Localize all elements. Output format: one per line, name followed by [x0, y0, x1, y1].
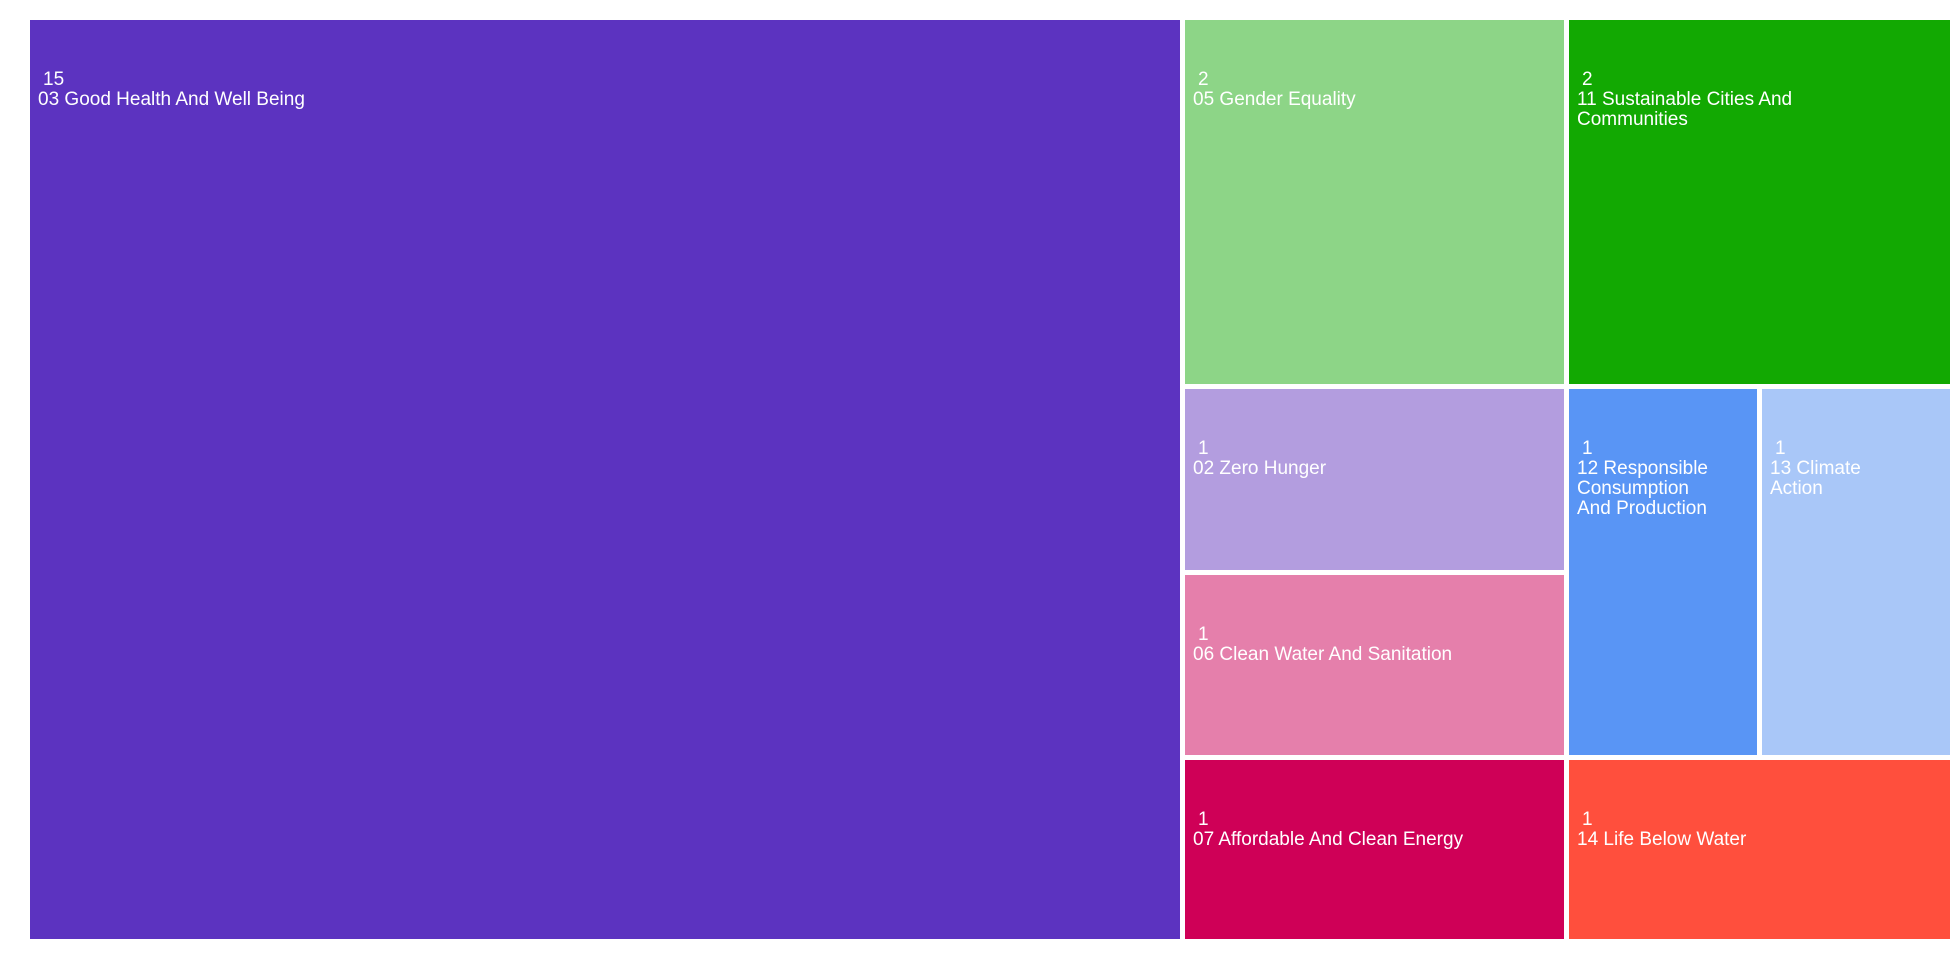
treemap-tile[interactable]: 1 13 Climate Action	[1762, 389, 1950, 755]
treemap-tile[interactable]: 1 14 Life Below Water	[1569, 760, 1950, 939]
tile-value: 1	[1198, 809, 1209, 830]
tile-label: 1 02 Zero Hunger	[1193, 439, 1558, 479]
tile-value: 1	[1582, 438, 1593, 459]
tile-name: 02 Zero Hunger	[1193, 458, 1327, 479]
tile-label: 1 14 Life Below Water	[1577, 810, 1944, 850]
treemap-tile[interactable]: 1 02 Zero Hunger	[1185, 389, 1564, 570]
tile-name: 03 Good Health And Well Being	[38, 89, 305, 110]
treemap-tile[interactable]: 1 06 Clean Water And Sanitation	[1185, 575, 1564, 755]
tile-label: 1 06 Clean Water And Sanitation	[1193, 625, 1558, 665]
tile-value: 1	[1198, 624, 1209, 645]
tile-label: 1 12 Responsible Consumption And Product…	[1577, 439, 1751, 519]
tile-name: 06 Clean Water And Sanitation	[1193, 644, 1453, 665]
tile-value: 2	[1198, 69, 1209, 90]
tile-label: 1 07 Affordable And Clean Energy	[1193, 810, 1558, 850]
treemap-chart: 15 03 Good Health And Well Being 2 05 Gende…	[0, 0, 1960, 960]
treemap-tile[interactable]: 15 03 Good Health And Well Being	[30, 20, 1180, 939]
tile-name: 14 Life Below Water	[1577, 829, 1747, 850]
tile-value: 1	[1198, 438, 1209, 459]
tile-label: 2 11 Sustainable Cities And Communities	[1577, 70, 1944, 130]
treemap-tile[interactable]: 1 12 Responsible Consumption And Product…	[1569, 389, 1757, 755]
tile-value: 1	[1775, 438, 1786, 459]
tile-label: 1 13 Climate Action	[1770, 439, 1944, 499]
tile-name: 05 Gender Equality	[1193, 89, 1356, 110]
tile-value: 15	[43, 69, 65, 90]
tile-label: 2 05 Gender Equality	[1193, 70, 1558, 110]
tile-name: 13 Climate Action	[1770, 458, 1861, 499]
treemap-tile[interactable]: 2 11 Sustainable Cities And Communities	[1569, 20, 1950, 384]
tile-value: 1	[1582, 809, 1593, 830]
tile-name: 07 Affordable And Clean Energy	[1193, 829, 1464, 850]
tile-value: 2	[1582, 69, 1593, 90]
tile-name: 11 Sustainable Cities And Communities	[1577, 89, 1793, 130]
treemap-tile[interactable]: 1 07 Affordable And Clean Energy	[1185, 760, 1564, 939]
treemap-tile[interactable]: 2 05 Gender Equality	[1185, 20, 1564, 384]
tile-label: 15 03 Good Health And Well Being	[38, 70, 1174, 110]
tile-name: 12 Responsible Consumption And Productio…	[1577, 458, 1708, 519]
